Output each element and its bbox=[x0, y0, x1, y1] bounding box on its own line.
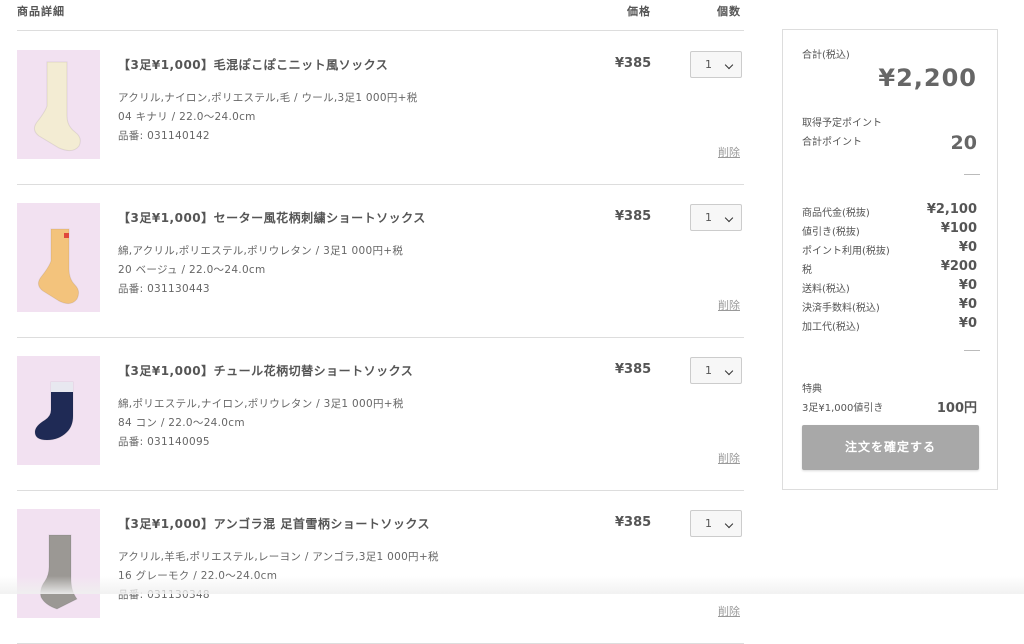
points-expected-label: 取得予定ポイント bbox=[802, 118, 882, 129]
summary-row-label: ポイント利用(税抜) bbox=[802, 246, 890, 257]
product-name[interactable]: 【3足¥1,000】アンゴラ混 足首雪柄ショートソックス bbox=[118, 515, 430, 532]
delete-link[interactable]: 削除 bbox=[718, 450, 740, 466]
product-variant: 04 キナリ / 22.0〜24.0cm bbox=[118, 111, 256, 123]
quantity-select[interactable]: 1 bbox=[690, 51, 742, 78]
product-image[interactable] bbox=[17, 203, 100, 312]
confirm-order-button[interactable]: 注文を確定する bbox=[802, 425, 979, 470]
summary-row-label: 商品代金(税抜) bbox=[802, 208, 870, 219]
product-image[interactable] bbox=[17, 356, 100, 465]
sock-image bbox=[40, 534, 78, 610]
product-material: 綿,ポリエステル,ナイロン,ポリウレタン / 3足1 000円+税 bbox=[118, 398, 404, 410]
order-summary: 合計(税込) ¥2,200 取得予定ポイント 合計ポイント 20 商品代金(税抜… bbox=[782, 29, 998, 490]
cart-item: 【3足¥1,000】毛混ぽこぽこニット風ソックス アクリル,ナイロン,ポリエステ… bbox=[17, 31, 744, 185]
summary-row-label: 送料(税込) bbox=[802, 284, 850, 295]
cart-item: 【3足¥1,000】セーター風花柄刺繍ショートソックス 綿,アクリル,ポリエステ… bbox=[17, 184, 744, 338]
header-qty: 個数 bbox=[717, 5, 741, 18]
sock-shape bbox=[37, 228, 80, 305]
delete-link[interactable]: 削除 bbox=[718, 144, 740, 160]
cart-item: 【3足¥1,000】チュール花柄切替ショートソックス 綿,ポリエステル,ナイロン… bbox=[17, 337, 744, 491]
summary-row-value: ¥0 bbox=[958, 240, 977, 255]
chevron-down-icon bbox=[724, 519, 734, 529]
product-sku: 品番: 031140142 bbox=[118, 130, 210, 142]
perk-label: 特典 bbox=[802, 384, 822, 395]
bottom-fade bbox=[0, 576, 1024, 594]
product-material: 綿,アクリル,ポリエステル,ポリウレタン / 3足1 000円+税 bbox=[118, 245, 404, 257]
divider bbox=[964, 174, 980, 175]
quantity-select[interactable]: 1 bbox=[690, 357, 742, 384]
product-image[interactable] bbox=[17, 50, 100, 159]
summary-row-label: 税 bbox=[802, 265, 812, 276]
product-price: ¥385 bbox=[615, 362, 652, 377]
perk-value: 100円 bbox=[936, 401, 977, 416]
perk-name: 3足¥1,000値引き bbox=[802, 403, 884, 414]
chevron-down-icon bbox=[724, 60, 734, 70]
points-total-label: 合計ポイント bbox=[802, 137, 862, 148]
product-variant: 84 コン / 22.0〜24.0cm bbox=[118, 417, 245, 429]
product-material: アクリル,ナイロン,ポリエステル,毛 / ウール,3足1 000円+税 bbox=[118, 92, 418, 104]
total-amount: ¥2,200 bbox=[878, 64, 977, 92]
summary-row-value: ¥200 bbox=[940, 259, 977, 274]
sock-shape bbox=[33, 61, 81, 152]
summary-row-label: 加工代(税込) bbox=[802, 322, 860, 333]
summary-row-value: ¥100 bbox=[940, 221, 977, 236]
product-price: ¥385 bbox=[615, 209, 652, 224]
tulle-cuff bbox=[51, 382, 73, 392]
quantity-select[interactable]: 1 bbox=[690, 204, 742, 231]
summary-row-label: 決済手数料(税込) bbox=[802, 303, 880, 314]
points-total: 20 bbox=[950, 132, 977, 154]
product-material: アクリル,羊毛,ポリエステル,レーヨン / アンゴラ,3足1 000円+税 bbox=[118, 551, 439, 563]
product-name[interactable]: 【3足¥1,000】チュール花柄切替ショートソックス bbox=[118, 362, 413, 379]
summary-row-value: ¥0 bbox=[958, 297, 977, 312]
product-variant: 20 ベージュ / 22.0〜24.0cm bbox=[118, 264, 266, 276]
embroidery-mark bbox=[64, 233, 69, 238]
quantity-value: 1 bbox=[705, 517, 712, 530]
product-name[interactable]: 【3足¥1,000】毛混ぽこぽこニット風ソックス bbox=[118, 56, 388, 73]
chevron-down-icon bbox=[724, 213, 734, 223]
delete-link[interactable]: 削除 bbox=[718, 297, 740, 313]
cart-list: 商品詳細 価格 個数 【3足¥1,000】毛混ぽこぽこニット風ソックス アクリル… bbox=[17, 0, 744, 644]
header-price: 価格 bbox=[627, 5, 651, 18]
summary-row-label: 値引き(税抜) bbox=[802, 227, 860, 238]
total-label: 合計(税込) bbox=[802, 50, 850, 61]
product-price: ¥385 bbox=[615, 515, 652, 530]
quantity-value: 1 bbox=[705, 364, 712, 377]
sock-shape bbox=[40, 534, 78, 610]
quantity-value: 1 bbox=[705, 211, 712, 224]
summary-row-value: ¥0 bbox=[958, 316, 977, 331]
cart-header: 商品詳細 価格 個数 bbox=[17, 0, 744, 31]
quantity-value: 1 bbox=[705, 58, 712, 71]
header-detail: 商品詳細 bbox=[17, 5, 65, 18]
chevron-down-icon bbox=[724, 366, 734, 376]
product-sku: 品番: 031140095 bbox=[118, 436, 210, 448]
quantity-select[interactable]: 1 bbox=[690, 510, 742, 537]
sock-image bbox=[33, 61, 81, 152]
product-price: ¥385 bbox=[615, 56, 652, 71]
summary-row-value: ¥2,100 bbox=[926, 202, 977, 217]
sock-image bbox=[34, 381, 74, 441]
product-sku: 品番: 031130443 bbox=[118, 283, 210, 295]
product-name[interactable]: 【3足¥1,000】セーター風花柄刺繍ショートソックス bbox=[118, 209, 426, 226]
divider bbox=[964, 350, 980, 351]
cart-item: 【3足¥1,000】アンゴラ混 足首雪柄ショートソックス アクリル,羊毛,ポリエ… bbox=[17, 490, 744, 644]
sock-image bbox=[37, 228, 80, 305]
summary-row-value: ¥0 bbox=[958, 278, 977, 293]
delete-link[interactable]: 削除 bbox=[718, 603, 740, 619]
product-image[interactable] bbox=[17, 509, 100, 618]
